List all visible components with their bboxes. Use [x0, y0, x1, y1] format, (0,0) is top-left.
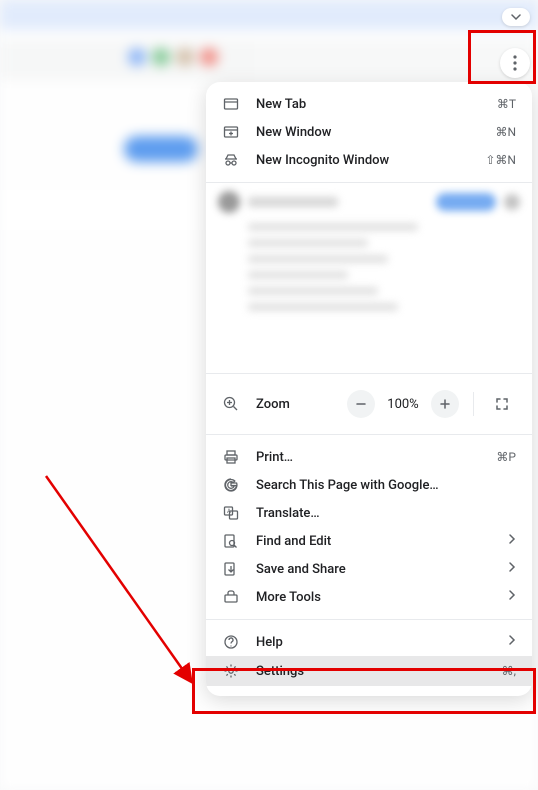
minus-icon: [355, 398, 367, 410]
plus-icon: [439, 398, 451, 410]
incognito-icon: [222, 152, 240, 168]
menu-item-find-edit[interactable]: Find and Edit: [206, 527, 532, 555]
svg-text:A: A: [227, 508, 231, 515]
menu-item-new-window[interactable]: New Window ⌘N: [206, 118, 532, 146]
menu-shortcut: ⌘N: [495, 125, 516, 139]
menu-item-save-share[interactable]: Save and Share: [206, 555, 532, 583]
menu-section-help: Help Settings ⌘,: [206, 620, 532, 696]
profile-settings-icon[interactable]: [504, 194, 520, 210]
menu-item-search-page[interactable]: Search This Page with Google…: [206, 471, 532, 499]
zoom-controls: 100%: [347, 390, 516, 418]
save-share-icon: [222, 561, 240, 577]
chevron-right-icon: [508, 589, 516, 605]
menu-label: New Window: [256, 125, 495, 140]
collapse-pill[interactable]: [502, 8, 530, 26]
menu-shortcut: ⇧⌘N: [485, 153, 516, 167]
fullscreen-button[interactable]: [488, 390, 516, 418]
menu-label: New Incognito Window: [256, 153, 485, 168]
chevron-right-icon: [508, 634, 516, 650]
menu-shortcut: ⌘,: [502, 664, 516, 678]
menu-section-actions: Print… ⌘P Search This Page with Google… …: [206, 435, 532, 619]
menu-shortcut: ⌘T: [497, 97, 516, 111]
menu-label: More Tools: [256, 590, 508, 605]
menu-label: Save and Share: [256, 562, 508, 577]
help-icon: [222, 634, 240, 650]
avatar: [218, 191, 240, 213]
zoom-icon: [222, 396, 240, 412]
menu-item-settings[interactable]: Settings ⌘,: [206, 656, 532, 686]
print-icon: [222, 449, 240, 465]
zoom-label: Zoom: [256, 397, 347, 412]
menu-zoom-row: Zoom 100%: [206, 374, 532, 434]
menu-label: Translate…: [256, 506, 516, 521]
fullscreen-icon: [495, 397, 509, 411]
new-window-icon: [222, 124, 240, 140]
profile-name: [248, 197, 338, 207]
menu-label: Print…: [256, 450, 496, 465]
chevron-right-icon: [508, 533, 516, 549]
zoom-out-button[interactable]: [347, 390, 375, 418]
menu-label: Find and Edit: [256, 534, 508, 549]
chevron-down-icon: [511, 12, 521, 22]
menu-item-new-incognito[interactable]: New Incognito Window ⇧⌘N: [206, 146, 532, 174]
menu-shortcut: ⌘P: [496, 450, 516, 464]
menu-label: Search This Page with Google…: [256, 478, 516, 493]
more-tools-icon: [222, 589, 240, 605]
chevron-right-icon: [508, 561, 516, 577]
translate-icon: A: [222, 505, 240, 521]
more-menu-button[interactable]: [500, 48, 530, 78]
new-tab-icon: [222, 96, 240, 112]
menu-item-print[interactable]: Print… ⌘P: [206, 443, 532, 471]
menu-label: Help: [256, 635, 508, 650]
zoom-in-button[interactable]: [431, 390, 459, 418]
settings-icon: [222, 663, 240, 679]
menu-item-help[interactable]: Help: [206, 628, 532, 656]
zoom-value: 100%: [385, 397, 421, 412]
menu-item-more-tools[interactable]: More Tools: [206, 583, 532, 611]
menu-section-new: New Tab ⌘T New Window ⌘N New Incognito W…: [206, 82, 532, 182]
chrome-main-menu: New Tab ⌘T New Window ⌘N New Incognito W…: [206, 82, 532, 696]
find-icon: [222, 533, 240, 549]
google-icon: [222, 477, 240, 493]
profile-action-button[interactable]: [436, 193, 496, 211]
menu-item-translate[interactable]: A Translate…: [206, 499, 532, 527]
menu-profile-section: [206, 183, 532, 373]
menu-item-new-tab[interactable]: New Tab ⌘T: [206, 90, 532, 118]
menu-label: New Tab: [256, 97, 497, 112]
kebab-icon: [513, 55, 517, 71]
menu-label: Settings: [256, 664, 502, 679]
